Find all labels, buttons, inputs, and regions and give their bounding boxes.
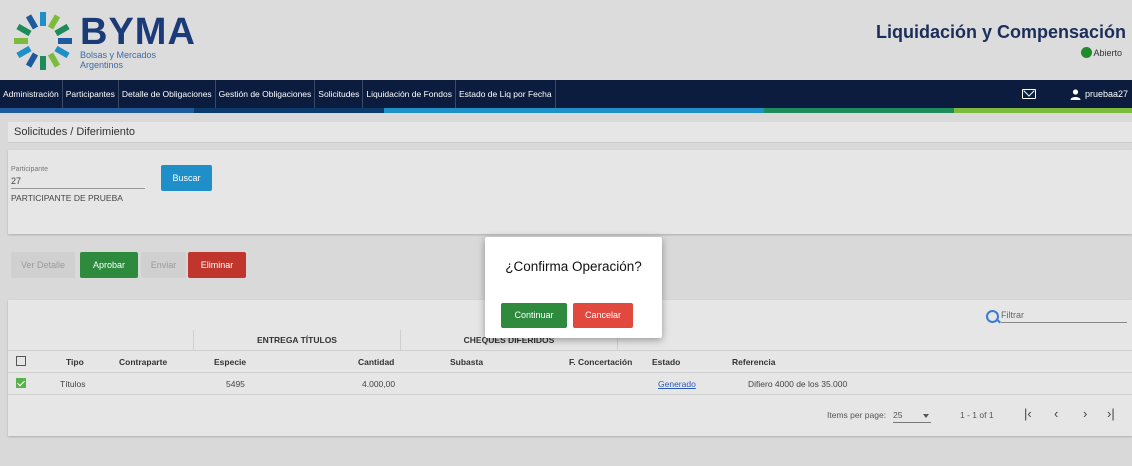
dialog-title: ¿Confirma Operación? [505,259,642,274]
modal-overlay [0,0,1132,466]
confirm-dialog: ¿Confirma Operación? Continuar Cancelar [485,237,662,338]
continuar-button[interactable]: Continuar [501,303,567,328]
cancelar-button[interactable]: Cancelar [573,303,633,328]
